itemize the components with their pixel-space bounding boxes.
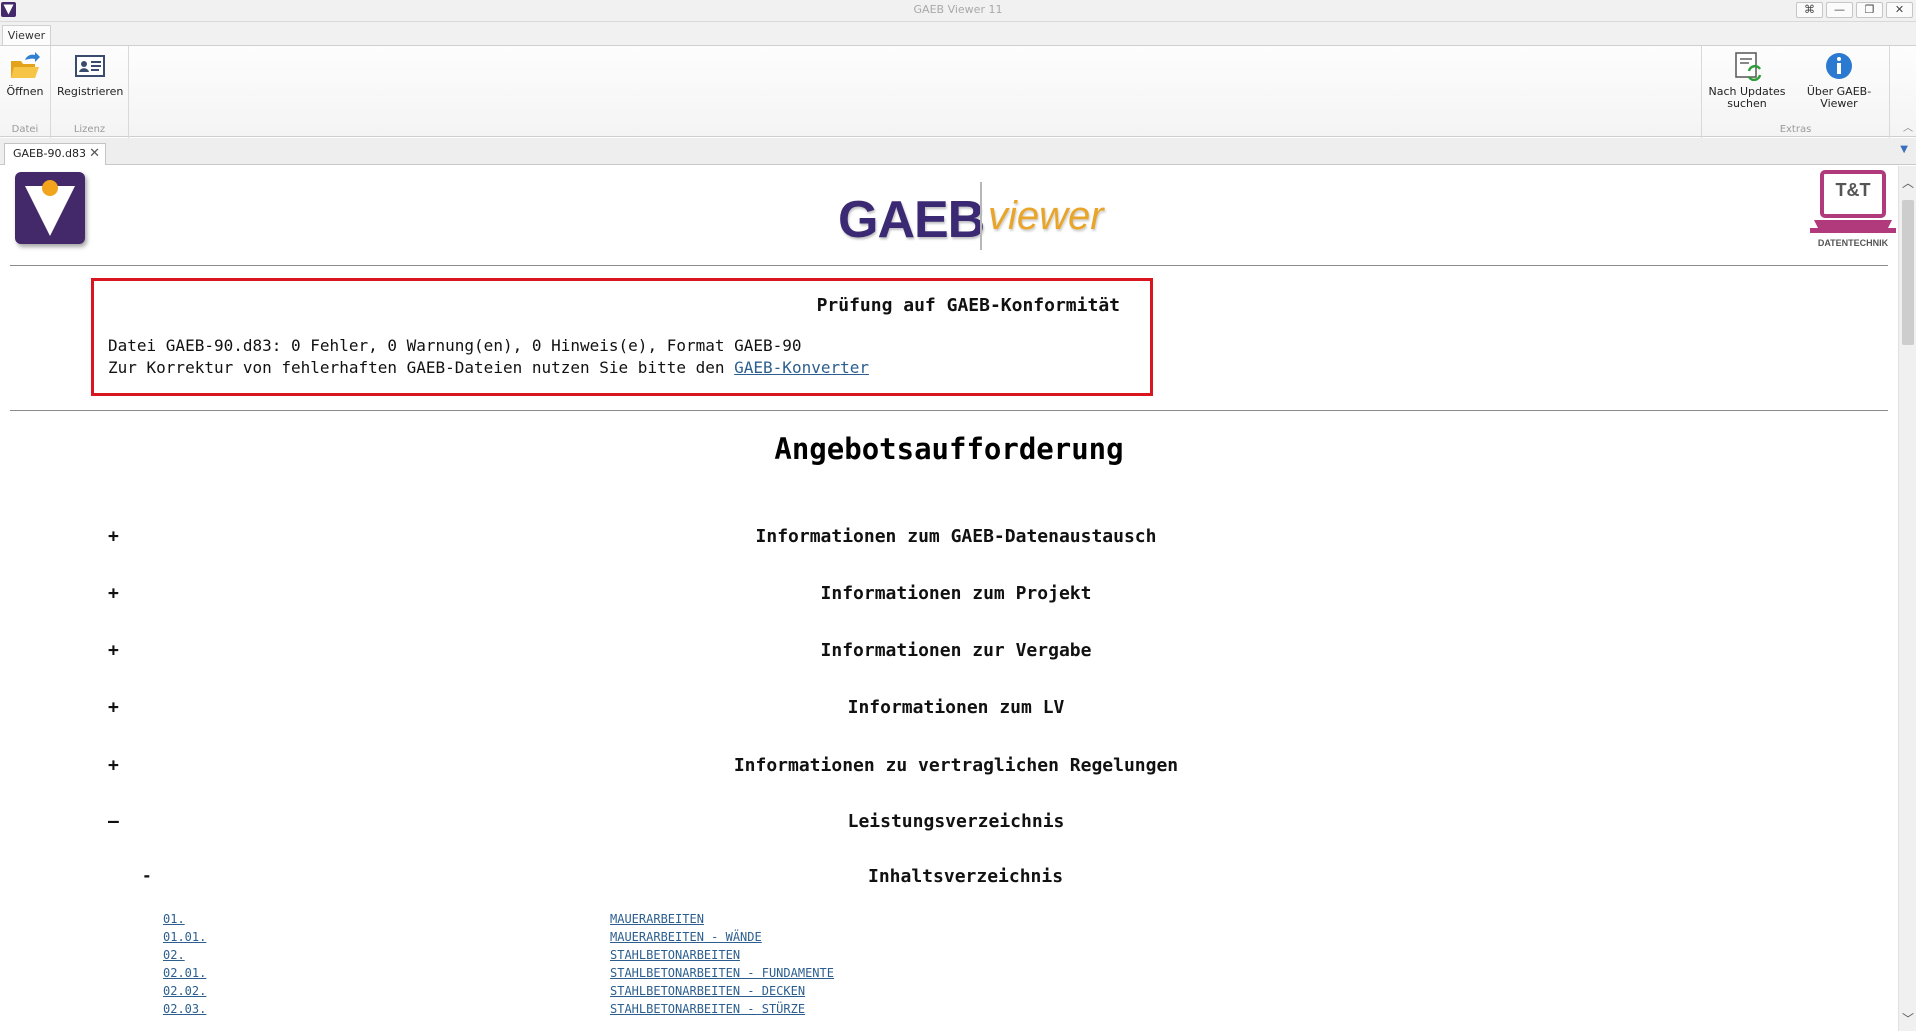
- toc-number-link[interactable]: 02.03.: [163, 1002, 206, 1016]
- toc-title-link[interactable]: MAUERARBEITEN: [610, 912, 704, 926]
- toc-number-link[interactable]: 02.01.: [163, 966, 206, 980]
- conformity-check-box: Prüfung auf GAEB-Konformität Datei GAEB-…: [91, 278, 1153, 396]
- info-icon: [1823, 51, 1855, 81]
- section-lv[interactable]: + Informationen zum LV: [0, 697, 1898, 721]
- open-folder-icon: [9, 51, 41, 81]
- window-title: GAEB Viewer 11: [913, 3, 1003, 16]
- gaeb-viewer-app-logo: [15, 172, 85, 244]
- brand-divider: [980, 182, 982, 250]
- tt-datentechnik-logo: T&T DATENTECHNIK: [1810, 170, 1896, 250]
- scroll-up-arrow-icon[interactable]: ︿: [1902, 174, 1914, 191]
- toc-number-link[interactable]: 01.01.: [163, 930, 206, 944]
- register-button-label: Registrieren: [57, 85, 124, 98]
- section-title: Informationen zum GAEB-Datenaustausch: [755, 526, 1157, 547]
- scroll-thumb[interactable]: [1902, 200, 1914, 345]
- toc-title-link[interactable]: MAUERARBEITEN - WÄNDE: [610, 930, 762, 944]
- toc-title-link[interactable]: STAHLBETONARBEITEN - DECKEN: [610, 984, 805, 998]
- group-label-datei: Datei: [11, 124, 39, 135]
- divider-middle: [10, 410, 1888, 411]
- vertical-scrollbar[interactable]: ︿ ﹀: [1898, 166, 1916, 1031]
- toc-title-link[interactable]: STAHLBETONARBEITEN - STÜRZE: [610, 1002, 805, 1016]
- toc-number-link[interactable]: 02.02.: [163, 984, 206, 998]
- tt-logo-text: T&T: [1836, 180, 1871, 200]
- close-tab-icon[interactable]: ✕: [89, 144, 100, 164]
- maximize-button[interactable]: ❐: [1856, 2, 1883, 18]
- section-gaeb-datenaustausch[interactable]: + Informationen zum GAEB-Datenaustausch: [0, 526, 1898, 550]
- register-button[interactable]: Registrieren: [57, 51, 123, 98]
- check-updates-button[interactable]: Nach Updates suchen: [1708, 51, 1786, 110]
- group-label-lizenz: Lizenz: [73, 124, 106, 135]
- brand-viewer-text: viewer: [988, 194, 1104, 238]
- toc-row: 01.01. MAUERARBEITEN - WÄNDE: [0, 930, 1898, 948]
- toc-row: 02.01. STAHLBETONARBEITEN - FUNDAMENTE: [0, 966, 1898, 984]
- group-label-extras: Extras: [1779, 124, 1812, 135]
- open-button-label: Öffnen: [6, 85, 44, 98]
- collapse-toggle[interactable]: -: [142, 866, 152, 885]
- id-card-icon: [74, 51, 106, 81]
- section-title: Informationen zum Projekt: [820, 583, 1092, 604]
- section-title: Informationen zur Vergabe: [820, 640, 1092, 661]
- gaeb-viewer-brand-logo: GAEB viewer: [838, 174, 1104, 258]
- toc-section[interactable]: - Inhaltsverzeichnis: [0, 866, 1898, 890]
- toc-row: 02.03. STAHLBETONARBEITEN - STÜRZE: [0, 1002, 1898, 1020]
- open-button[interactable]: Öffnen: [2, 51, 48, 98]
- minimize-button[interactable]: —: [1826, 2, 1853, 18]
- section-projekt[interactable]: + Informationen zum Projekt: [0, 583, 1898, 607]
- ribbon: Öffnen Datei Registrieren Lizenz Nach Up…: [0, 45, 1916, 138]
- page-title: Angebotsaufforderung: [774, 432, 1124, 466]
- toc-number-link[interactable]: 02.: [163, 948, 185, 962]
- tt-logo-subtitle: DATENTECHNIK: [1817, 238, 1889, 248]
- gaeb-converter-link[interactable]: GAEB-Konverter: [734, 358, 869, 377]
- section-vertragliche-regelungen[interactable]: + Informationen zu vertraglichen Regelun…: [0, 755, 1898, 779]
- tab-viewer[interactable]: Viewer: [2, 25, 51, 47]
- toc-number-link[interactable]: 01.: [163, 912, 185, 926]
- section-title: Informationen zum LV: [847, 697, 1065, 718]
- ribbon-group-extras: Nach Updates suchen Über GAEB-Viewer Ext…: [1701, 46, 1890, 138]
- section-title: Informationen zu vertraglichen Regelunge…: [733, 755, 1179, 776]
- ribbon-group-lizenz: Registrieren Lizenz: [51, 46, 129, 138]
- toc-row: 01. MAUERARBEITEN: [0, 912, 1898, 930]
- conformity-hint: Zur Korrektur von fehlerhaften GAEB-Date…: [108, 358, 869, 377]
- document-tab-strip: GAEB-90.d83 ✕ ▼: [0, 138, 1916, 165]
- about-button[interactable]: Über GAEB-Viewer: [1790, 51, 1888, 110]
- section-title: Leistungsverzeichnis: [847, 811, 1065, 832]
- ribbon-group-datei: Öffnen Datei: [0, 46, 51, 138]
- scroll-down-arrow-icon[interactable]: ﹀: [1902, 1010, 1914, 1027]
- conformity-title: Prüfung auf GAEB-Konformität: [816, 295, 1120, 316]
- toc-title: Inhaltsverzeichnis: [868, 866, 1064, 887]
- toc-row: 02.02. STAHLBETONARBEITEN - DECKEN: [0, 984, 1898, 1002]
- check-updates-label-line2: suchen: [1727, 97, 1767, 110]
- ribbon-tab-strip: Viewer: [0, 22, 1916, 47]
- toc-row: 02. STAHLBETONARBEITEN: [0, 948, 1898, 966]
- divider-top: [10, 265, 1888, 266]
- title-bar: GAEB Viewer 11 ⌘ — ❐ ✕: [0, 0, 1916, 22]
- about-button-label: Über GAEB-Viewer: [1806, 85, 1872, 110]
- close-button[interactable]: ✕: [1886, 2, 1913, 18]
- section-leistungsverzeichnis[interactable]: – Leistungsverzeichnis: [0, 811, 1898, 835]
- update-check-icon: [1731, 51, 1763, 82]
- restore-layout-button[interactable]: ⌘: [1796, 2, 1823, 18]
- toc-title-link[interactable]: STAHLBETONARBEITEN - FUNDAMENTE: [610, 966, 834, 980]
- tab-list-dropdown-icon[interactable]: ▼: [1900, 144, 1908, 155]
- document-tab[interactable]: GAEB-90.d83 ✕: [4, 143, 106, 165]
- conformity-summary: Datei GAEB-90.d83: 0 Fehler, 0 Warnung(e…: [108, 336, 802, 355]
- toc-title-link[interactable]: STAHLBETONARBEITEN: [610, 948, 740, 962]
- document-tab-label: GAEB-90.d83: [13, 147, 86, 160]
- section-vergabe[interactable]: + Informationen zur Vergabe: [0, 640, 1898, 664]
- document-view: GAEB viewer T&T DATENTECHNIK Prüfung auf…: [0, 166, 1898, 1031]
- ribbon-collapse-icon[interactable]: ︿: [1903, 119, 1913, 134]
- conformity-hint-text: Zur Korrektur von fehlerhaften GAEB-Date…: [108, 358, 735, 377]
- brand-gaeb-text: GAEB: [838, 191, 985, 249]
